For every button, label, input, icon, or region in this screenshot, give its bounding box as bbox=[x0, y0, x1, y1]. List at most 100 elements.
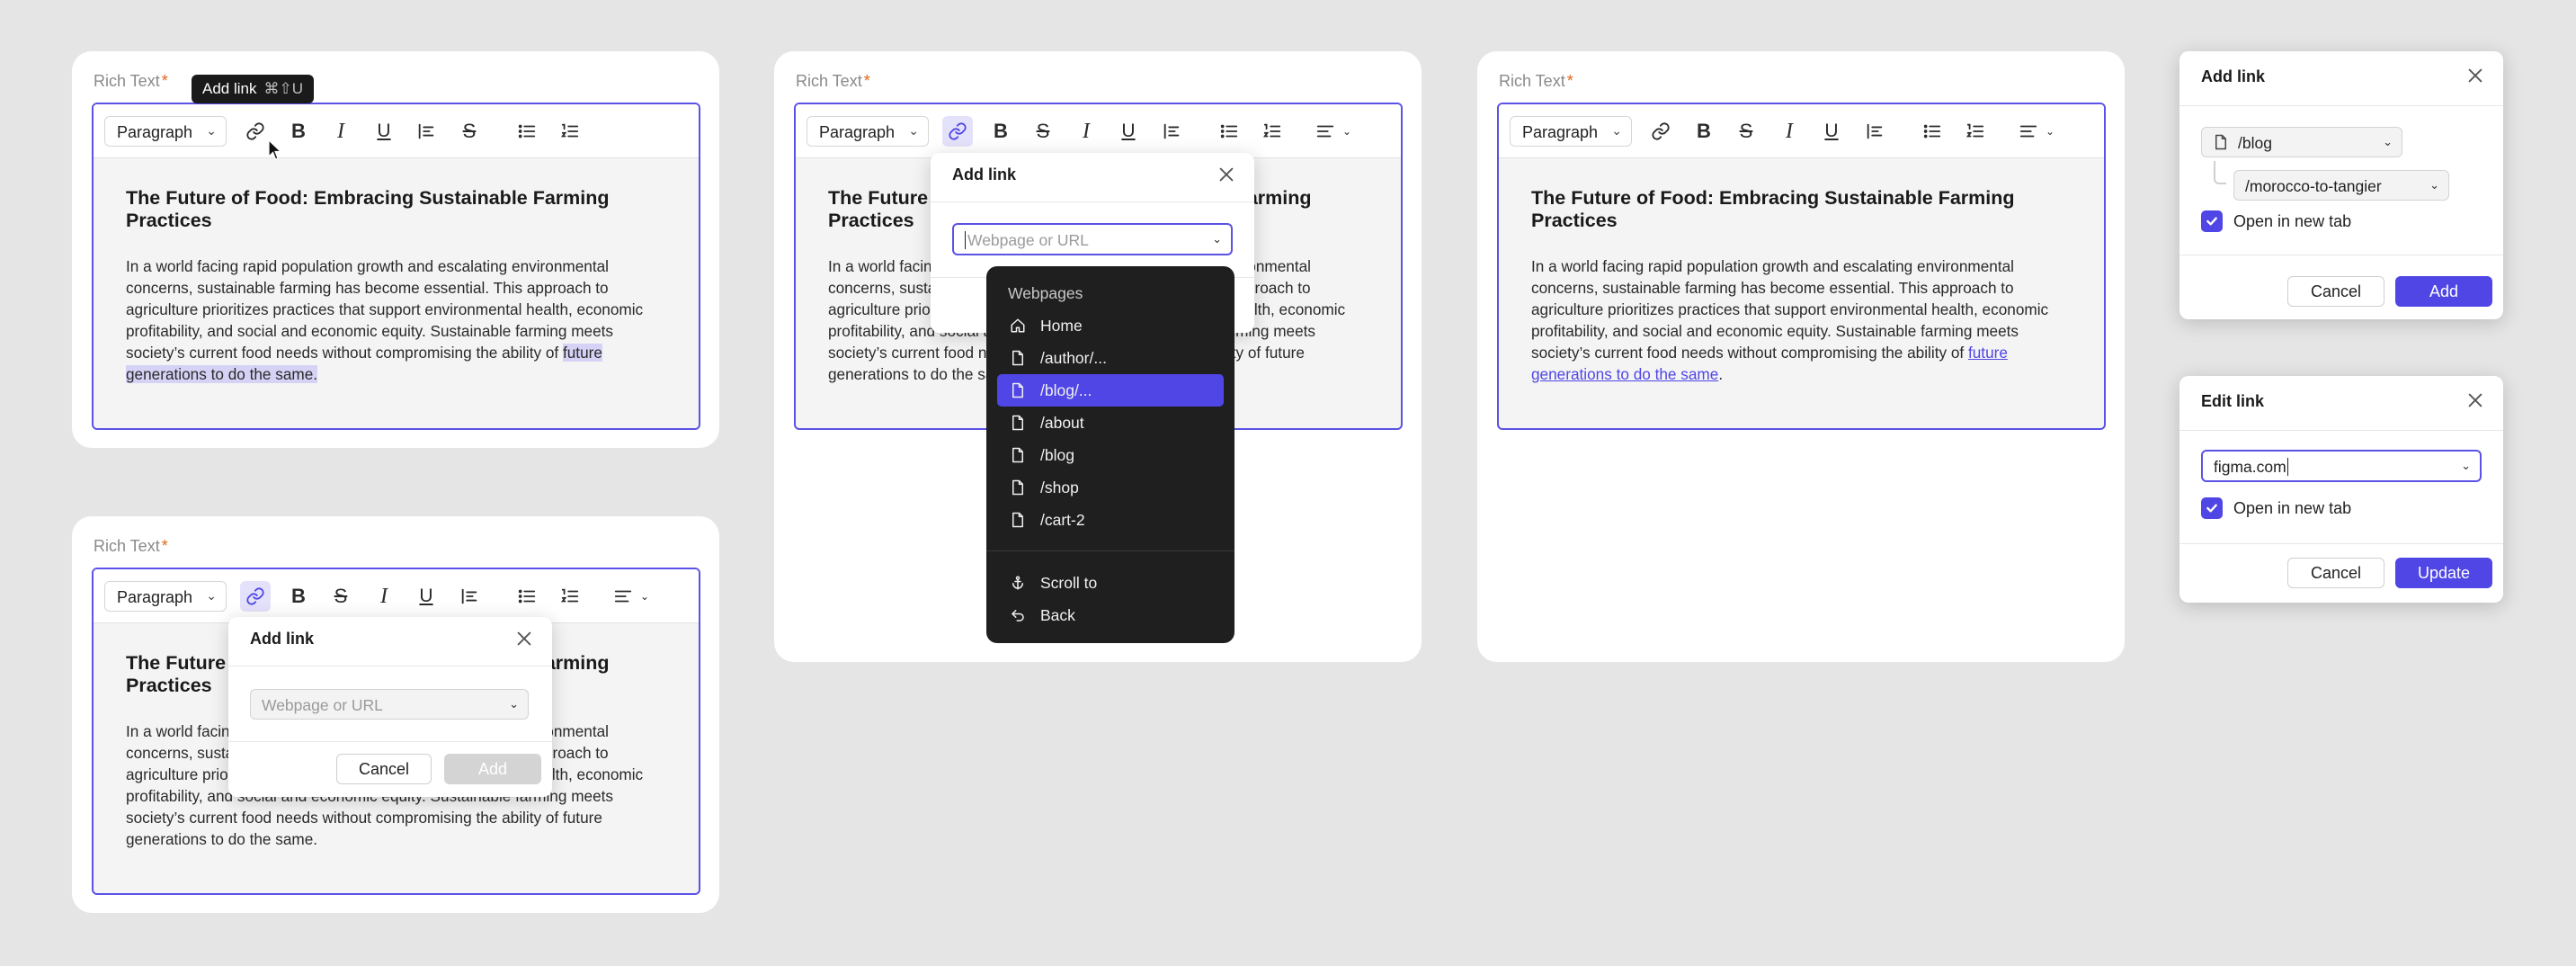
article-title: The Future of Food: Embracing Sustainabl… bbox=[1531, 187, 2015, 231]
add-button[interactable]: Add bbox=[444, 754, 541, 784]
blockquote-icon bbox=[461, 588, 477, 604]
close-button[interactable] bbox=[514, 629, 534, 648]
bold-icon: B bbox=[291, 585, 306, 607]
page-select[interactable]: /blog ⌄ bbox=[2201, 127, 2402, 157]
align-dropdown[interactable]: ⌄ bbox=[1315, 116, 1366, 147]
link-button[interactable] bbox=[1645, 116, 1676, 147]
numbered-list-button[interactable] bbox=[555, 116, 585, 147]
paragraph-select[interactable]: Paragraph ⌄ bbox=[1510, 116, 1632, 147]
numbered-list-icon bbox=[560, 123, 579, 138]
home-icon bbox=[1011, 318, 1025, 333]
dropdown-item-about[interactable]: /about bbox=[997, 407, 1224, 439]
dropdown-item-home[interactable]: Home bbox=[997, 309, 1224, 342]
underline-icon: U bbox=[377, 121, 391, 141]
dropdown-item-back[interactable]: Back bbox=[997, 599, 1224, 631]
editor-toolbar: Paragraph ⌄ B S I U ⌄ bbox=[1499, 104, 2104, 158]
align-dropdown[interactable]: ⌄ bbox=[613, 581, 664, 612]
paragraph-select[interactable]: Paragraph ⌄ bbox=[104, 581, 227, 612]
open-new-tab-checkbox[interactable] bbox=[2201, 497, 2223, 519]
strikethrough-icon: S bbox=[1739, 120, 1753, 142]
blockquote-icon bbox=[1867, 123, 1883, 139]
blockquote-button[interactable] bbox=[411, 116, 441, 147]
italic-button[interactable]: I bbox=[1774, 116, 1805, 147]
bold-button[interactable]: B bbox=[1689, 116, 1719, 147]
italic-button[interactable]: I bbox=[369, 581, 399, 612]
cancel-button[interactable]: Cancel bbox=[2287, 276, 2384, 307]
bold-button[interactable]: B bbox=[985, 116, 1016, 147]
align-left-icon bbox=[614, 590, 632, 603]
strikethrough-button[interactable]: S bbox=[1731, 116, 1761, 147]
dropdown-item-scroll-to[interactable]: Scroll to bbox=[997, 567, 1224, 599]
bold-button[interactable]: B bbox=[283, 116, 314, 147]
close-button[interactable] bbox=[2465, 66, 2485, 85]
numbered-list-icon bbox=[1965, 123, 1984, 138]
rich-text-editor[interactable]: Paragraph⌄ B S I U ⌄ The Future of Food:… bbox=[1497, 103, 2106, 430]
blockquote-button[interactable] bbox=[1156, 116, 1187, 147]
panel-title: Edit link bbox=[2201, 392, 2265, 410]
bullet-list-button[interactable] bbox=[1214, 116, 1244, 147]
bullet-list-button[interactable] bbox=[512, 581, 542, 612]
editor-content[interactable]: The Future of Food: Embracing Sustainabl… bbox=[126, 187, 699, 385]
chevron-down-icon: ⌄ bbox=[640, 590, 650, 603]
divider bbox=[2179, 543, 2503, 544]
bullet-list-button[interactable] bbox=[1917, 116, 1948, 147]
dropdown-item-blog[interactable]: /blog bbox=[997, 439, 1224, 471]
link-button[interactable] bbox=[240, 581, 271, 612]
url-input[interactable]: figma.com ⌄ bbox=[2201, 450, 2482, 482]
bold-icon: B bbox=[1697, 120, 1711, 142]
mouse-cursor-icon bbox=[268, 139, 282, 160]
blockquote-button[interactable] bbox=[1859, 116, 1890, 147]
dropdown-item-shop[interactable]: /shop bbox=[997, 471, 1224, 504]
editor-toolbar: Paragraph ⌄ B S I U ⌄ bbox=[94, 569, 699, 623]
checkmark-icon bbox=[2206, 504, 2217, 513]
rich-text-editor[interactable]: Paragraph ⌄ B I U S The Future of Food: E… bbox=[92, 103, 700, 430]
italic-icon: I bbox=[337, 120, 344, 143]
close-button[interactable] bbox=[2465, 390, 2485, 410]
paragraph-select[interactable]: Paragraph ⌄ bbox=[104, 116, 227, 147]
url-input[interactable]: Webpage or URL ⌄ bbox=[250, 689, 529, 720]
close-icon bbox=[2468, 393, 2482, 407]
close-button[interactable] bbox=[1217, 165, 1236, 184]
bullet-list-button[interactable] bbox=[512, 116, 542, 147]
open-new-tab-checkbox[interactable] bbox=[2201, 210, 2223, 232]
add-button[interactable]: Add bbox=[2395, 276, 2492, 307]
dropdown-item-cart[interactable]: /cart-2 bbox=[997, 504, 1224, 536]
strikethrough-button[interactable]: S bbox=[1028, 116, 1058, 147]
cancel-button[interactable]: Cancel bbox=[336, 754, 432, 784]
link-button[interactable] bbox=[240, 116, 271, 147]
italic-button[interactable]: I bbox=[325, 116, 356, 147]
text-caret bbox=[2286, 458, 2288, 476]
field-label: Rich Text * bbox=[796, 72, 870, 90]
italic-button[interactable]: I bbox=[1071, 116, 1101, 147]
dropdown-section-label: Webpages bbox=[1008, 284, 1083, 302]
url-input[interactable]: Webpage or URL ⌄ bbox=[952, 223, 1233, 255]
open-new-tab-label: Open in new tab bbox=[2233, 499, 2352, 517]
paragraph-select[interactable]: Paragraph ⌄ bbox=[807, 116, 929, 147]
update-button[interactable]: Update bbox=[2395, 558, 2492, 588]
underline-button[interactable]: U bbox=[369, 116, 399, 147]
subpage-select[interactable]: /morocco-to-tangier ⌄ bbox=[2233, 170, 2449, 201]
close-icon bbox=[517, 631, 531, 646]
strikethrough-button[interactable]: S bbox=[454, 116, 485, 147]
numbered-list-button[interactable] bbox=[555, 581, 585, 612]
bold-button[interactable]: B bbox=[283, 581, 314, 612]
close-icon bbox=[2468, 68, 2482, 83]
underline-button[interactable]: U bbox=[1113, 116, 1144, 147]
cancel-button[interactable]: Cancel bbox=[2287, 558, 2384, 588]
strikethrough-button[interactable]: S bbox=[325, 581, 356, 612]
link-button[interactable] bbox=[942, 116, 973, 147]
panel-title: Add link bbox=[2201, 67, 2265, 85]
underline-button[interactable]: U bbox=[1816, 116, 1847, 147]
dropdown-item-author[interactable]: /author/... bbox=[997, 342, 1224, 374]
blockquote-button[interactable] bbox=[454, 581, 485, 612]
editor-content[interactable]: The Future of Food: Embracing Sustainabl… bbox=[1531, 187, 2104, 385]
chevron-down-icon: ⌄ bbox=[1342, 125, 1352, 138]
dropdown-item-blog-sub[interactable]: /blog/... bbox=[997, 374, 1224, 407]
align-left-icon bbox=[2019, 125, 2037, 138]
numbered-list-button[interactable] bbox=[1257, 116, 1288, 147]
field-label: Rich Text * bbox=[94, 537, 168, 555]
align-dropdown[interactable]: ⌄ bbox=[2019, 116, 2069, 147]
underline-button[interactable]: U bbox=[411, 581, 441, 612]
bold-icon: B bbox=[291, 120, 306, 142]
numbered-list-button[interactable] bbox=[1960, 116, 1991, 147]
